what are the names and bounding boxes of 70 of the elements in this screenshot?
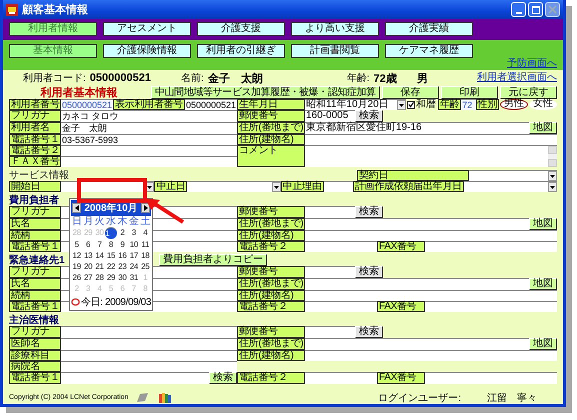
field-label: 電話番号２ [237, 241, 305, 252]
field-label: 計画作成依頼届出年月日 [352, 181, 464, 192]
field-label: 年齢 [438, 99, 462, 110]
month-label: 2008年10月 [84, 202, 138, 215]
field-label: 住所(建物名) [237, 230, 305, 241]
field-label: フリガナ [9, 206, 61, 218]
field-label: 続柄 [9, 290, 61, 301]
field-label: フリガナ [9, 110, 61, 122]
field-label: 中止理由 [280, 181, 324, 192]
field-label: 郵便番号 [237, 206, 305, 218]
field-label: 住所(番地まで) [237, 122, 305, 134]
weekday-label: 火 [94, 216, 106, 227]
field-label: 住所(建物名) [237, 350, 305, 361]
field-label: 契約日 [357, 170, 469, 181]
field-label: 氏名 [9, 218, 61, 230]
field-label: 郵便番号 [237, 266, 305, 278]
section-title: 主治医情報 [9, 314, 59, 326]
field-label: FAX番号 [377, 301, 425, 312]
field-label: 電話番号２ [237, 301, 305, 312]
field-label: 電話番号２ [9, 145, 61, 156]
window-title: 顧客基本情報 [22, 2, 88, 17]
login-user: 江留 寧々 [487, 392, 537, 404]
field-label: ＦＡＸ番号 [9, 156, 61, 167]
field-label: 中止日 [154, 181, 188, 192]
field-label: 続柄 [9, 230, 61, 241]
field-label: コメント [237, 145, 305, 167]
field-label: 利用者番号 [9, 99, 61, 110]
field-label: 住所(番地まで) [237, 278, 305, 290]
field-label: 電話番号１ [9, 241, 61, 252]
field-label: フリガナ [9, 266, 61, 278]
user-code: 0500000521 [90, 72, 151, 84]
field-label: 診療科目 [9, 350, 61, 361]
field-label: 住所(番地まで) [237, 338, 305, 350]
field-label: FAX番号 [377, 241, 425, 252]
section-title: 利用者基本情報 [40, 86, 118, 99]
field-label: 電話番号２ [237, 372, 305, 384]
weekday-label: 水 [105, 216, 117, 227]
weekday-label: 金 [128, 216, 140, 227]
login-label: ログインユーザー: [378, 392, 461, 404]
weekday-label: 日 [71, 216, 82, 227]
weekday-label: 木 [116, 216, 128, 227]
section-title: 費用負担者 [9, 194, 59, 206]
age-label: 年齢: [346, 72, 370, 85]
field-label: 病院名 [9, 361, 61, 372]
field-label: 電話番号１ [9, 301, 61, 312]
field-label: 電話番号１ [9, 372, 61, 384]
field-label: 医師名 [9, 338, 61, 350]
field-label: 郵便番号 [237, 110, 305, 122]
user-name: 金子 太朗 [208, 72, 263, 86]
weekday-label: 土 [140, 216, 151, 227]
field-label: 住所(建物名) [237, 134, 305, 145]
field-label: 住所(番地まで) [237, 218, 305, 230]
field-label: 性別 [476, 99, 500, 110]
section-title: サービス情報 [9, 170, 69, 181]
field-label: 住所(建物名) [237, 290, 305, 301]
field-label: 生年月日 [237, 99, 305, 110]
field-label: 開始日 [9, 181, 61, 192]
name-label: 名前: [180, 72, 204, 85]
field-label: 表示利用者番号 [113, 99, 185, 110]
field-label: 郵便番号 [237, 326, 305, 338]
code-label: 利用者コード: [23, 72, 86, 85]
field-label: 利用者名 [9, 122, 61, 134]
section-title: 緊急連絡先1 [9, 254, 65, 266]
field-label: フリガナ [9, 326, 61, 338]
field-label: 氏名 [9, 278, 61, 290]
user-age: 72歳 [374, 72, 397, 86]
field-label: 電話番号１ [9, 134, 61, 145]
field-label: FAX番号 [377, 372, 425, 384]
weekday-label: 月 [82, 216, 94, 227]
user-sex: 男 [416, 72, 428, 86]
